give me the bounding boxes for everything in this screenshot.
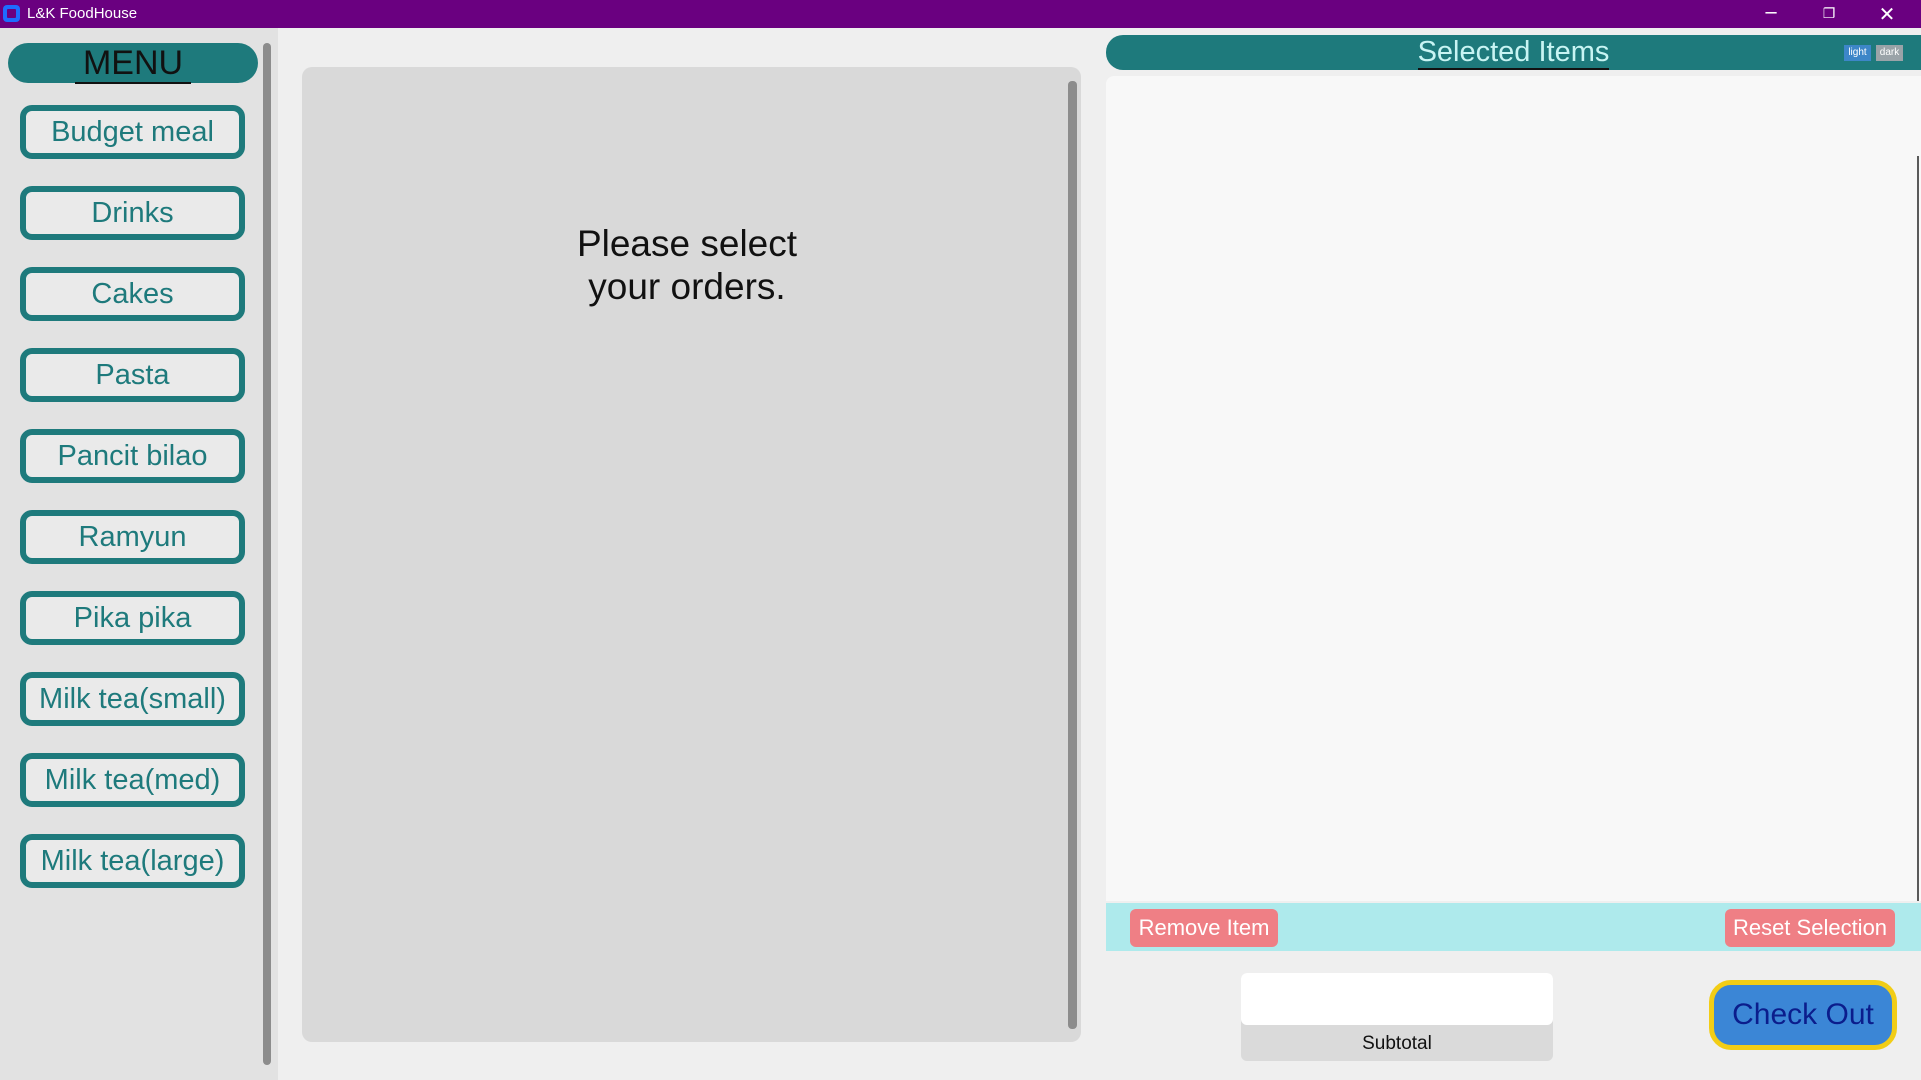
menu-item-drinks[interactable]: Drinks xyxy=(20,186,245,240)
dark-mode-button[interactable]: dark xyxy=(1876,45,1903,61)
menu-item-pika-pika[interactable]: Pika pika xyxy=(20,591,245,645)
order-panel: Please select your orders. xyxy=(302,67,1081,1042)
subtotal-label: Subtotal xyxy=(1362,1033,1432,1054)
minimize-button[interactable]: ─ xyxy=(1742,0,1800,28)
selected-items-header: Selected Items light dark xyxy=(1106,35,1921,70)
menu-scrollbar[interactable] xyxy=(263,43,271,1065)
maximize-button[interactable]: ❐ xyxy=(1800,0,1858,28)
order-panel-scrollbar[interactable] xyxy=(1068,81,1077,1029)
menu-item-pasta[interactable]: Pasta xyxy=(20,348,245,402)
subtotal-field[interactable] xyxy=(1241,973,1553,1025)
close-button[interactable]: ✕ xyxy=(1858,0,1916,28)
menu-item-cakes[interactable]: Cakes xyxy=(20,267,245,321)
menu-header: MENU xyxy=(8,43,258,84)
light-mode-button[interactable]: light xyxy=(1844,45,1871,61)
menu-item-milk-tea-small[interactable]: Milk tea(small) xyxy=(20,672,245,726)
placeholder-line-2: your orders. xyxy=(588,266,786,307)
menu-item-pancit-bilao[interactable]: Pancit bilao xyxy=(20,429,245,483)
placeholder-line-1: Please select xyxy=(576,223,798,264)
menu-item-budget-meal[interactable]: Budget meal xyxy=(20,105,245,159)
selection-action-bar: Remove Item Reset Selection xyxy=(1106,903,1921,951)
selected-items-scrollbar[interactable] xyxy=(1917,156,1919,901)
window-title: L&K FoodHouse xyxy=(27,5,138,22)
subtotal-box: Subtotal xyxy=(1241,973,1553,1061)
menu-item-milk-tea-med[interactable]: Milk tea(med) xyxy=(20,753,245,807)
remove-item-button[interactable]: Remove Item xyxy=(1130,909,1278,947)
menu-item-ramyun[interactable]: Ramyun xyxy=(20,510,245,564)
selected-items-title-wrap: Selected Items xyxy=(1106,35,1921,70)
title-bar[interactable]: L&K FoodHouse ─ ❐ ✕ xyxy=(0,0,1921,28)
placeholder-message: Please select your orders. xyxy=(302,222,1072,308)
app-window: L&K FoodHouse ─ ❐ ✕ MENU Budget meal Dri… xyxy=(0,0,1921,1080)
selected-items-list[interactable] xyxy=(1106,76,1921,901)
reset-selection-button[interactable]: Reset Selection xyxy=(1725,909,1895,947)
selected-items-title: Selected Items xyxy=(1417,36,1610,70)
menu-panel: MENU Budget meal Drinks Cakes Pasta Panc… xyxy=(0,28,278,1080)
menu-item-milk-tea-large[interactable]: Milk tea(large) xyxy=(20,834,245,888)
check-out-button[interactable]: Check Out xyxy=(1709,980,1897,1050)
menu-title: MENU xyxy=(74,44,192,84)
app-logo-icon xyxy=(3,5,20,22)
